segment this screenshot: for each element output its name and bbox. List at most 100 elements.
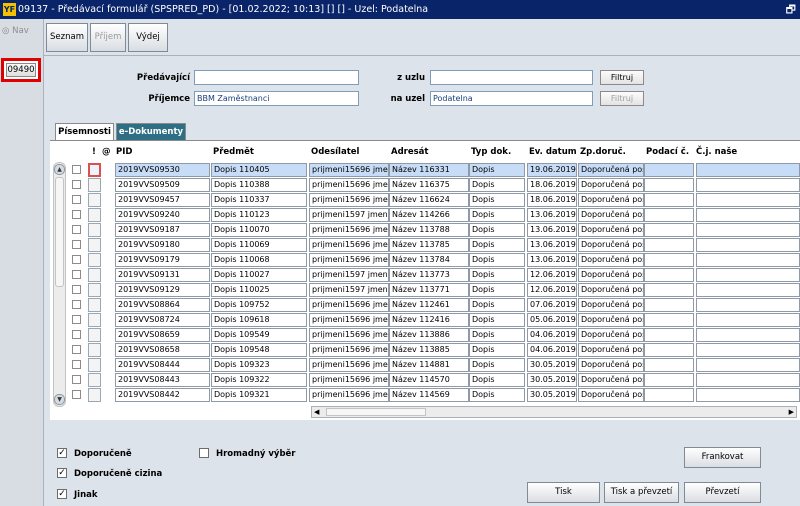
tab-pisemnosti[interactable]: Písemnosti [55, 123, 114, 140]
frankovat-button[interactable]: Frankovat [684, 447, 761, 468]
table-row[interactable]: 2019VVS09129 Dopis 110025 prijmeni1597 j… [50, 282, 800, 297]
cell-zp-doruc: Doporučená poš [578, 343, 644, 357]
table-row[interactable]: 2019VVS09131 Dopis 110027 prijmeni1597 j… [50, 267, 800, 282]
row-checkbox[interactable] [72, 210, 81, 219]
row-flag[interactable] [88, 193, 101, 207]
cell-cj-nase [696, 268, 800, 282]
prijem-button[interactable]: Příjem [90, 23, 126, 52]
row-flag[interactable] [88, 328, 101, 342]
row-flag[interactable] [88, 238, 101, 252]
cell-pid: 2019VVS09179 [115, 253, 210, 267]
row-flag[interactable] [88, 298, 101, 312]
row-checkbox[interactable] [72, 300, 81, 309]
row-flag[interactable] [88, 373, 101, 387]
row-checkbox[interactable] [72, 285, 81, 294]
cell-podaci [644, 283, 694, 297]
table-row[interactable]: 2019VVS09530 Dopis 110405 prijmeni15696 … [50, 162, 800, 177]
scroll-right-icon[interactable]: ▶ [789, 407, 794, 417]
tab-e-dokumenty[interactable]: e-Dokumenty [116, 123, 186, 140]
vertical-scrollbar[interactable]: ▲ ▼ [53, 162, 66, 407]
row-flag[interactable] [88, 253, 101, 267]
row-checkbox[interactable] [72, 270, 81, 279]
table-row[interactable]: 2019VVS08724 Dopis 109618 prijmeni15696 … [50, 312, 800, 327]
row-checkbox[interactable] [72, 345, 81, 354]
horizontal-scroll-thumb[interactable] [326, 408, 426, 416]
hromadny-vyber-checkbox[interactable] [199, 448, 209, 458]
z-uzlu-label: z uzlu [397, 73, 425, 83]
scroll-up-icon[interactable]: ▲ [54, 164, 65, 175]
row-flag[interactable] [88, 178, 101, 192]
prevzeti-button[interactable]: Převzetí [684, 482, 761, 503]
predavajici-label: Předávající [136, 73, 190, 83]
nav-label[interactable]: ◎ Nav [2, 26, 29, 36]
vertical-scroll-thumb[interactable] [55, 177, 64, 287]
table-row[interactable]: 2019VVS09509 Dopis 110388 prijmeni15696 … [50, 177, 800, 192]
form-09490-button[interactable]: 09490 [1, 58, 41, 82]
table-row[interactable]: 2019VVS09187 Dopis 110070 prijmeni15696 … [50, 222, 800, 237]
row-flag[interactable] [88, 223, 101, 237]
row-flag[interactable] [88, 283, 101, 297]
row-checkbox[interactable] [72, 180, 81, 189]
row-checkbox[interactable] [72, 255, 81, 264]
table-row[interactable]: 2019VVS09180 Dopis 110069 prijmeni15696 … [50, 237, 800, 252]
row-flag[interactable] [88, 268, 101, 282]
seznam-button[interactable]: Seznam [46, 23, 88, 52]
jinak-checkbox[interactable]: ✓ [57, 489, 67, 499]
prijemce-input[interactable]: BBM Zaměstnanci [194, 91, 359, 106]
scroll-down-icon[interactable]: ▼ [54, 394, 65, 405]
row-checkbox[interactable] [72, 225, 81, 234]
cell-predmet: Dopis 109752 [211, 298, 307, 312]
cell-zp-doruc: Doporučená poš [578, 193, 644, 207]
tisk-button[interactable]: Tisk [527, 482, 600, 503]
cell-pid: 2019VVS09509 [115, 178, 210, 192]
cell-zp-doruc: Doporučená poš [578, 358, 644, 372]
table-row[interactable]: 2019VVS08442 Dopis 109321 prijmeni15696 … [50, 387, 800, 402]
cell-podaci [644, 268, 694, 282]
table-row[interactable]: 2019VVS08659 Dopis 109549 prijmeni15696 … [50, 327, 800, 342]
cell-cj-nase [696, 163, 800, 177]
cell-adresat: Název 113785 [389, 238, 469, 252]
row-checkbox[interactable] [72, 330, 81, 339]
row-flag[interactable] [88, 358, 101, 372]
cell-zp-doruc: Doporučená poš [578, 328, 644, 342]
row-flag[interactable] [88, 313, 101, 327]
table-row[interactable]: 2019VVS08444 Dopis 109323 prijmeni15696 … [50, 357, 800, 372]
row-checkbox[interactable] [72, 360, 81, 369]
table-row[interactable]: 2019VVS08864 Dopis 109752 prijmeni15696 … [50, 297, 800, 312]
cell-podaci [644, 223, 694, 237]
doporucene-checkbox[interactable]: ✓ [57, 448, 67, 458]
scroll-left-icon[interactable]: ◀ [314, 407, 319, 417]
row-flag[interactable] [88, 163, 101, 177]
row-checkbox[interactable] [72, 240, 81, 249]
row-flag[interactable] [88, 388, 101, 402]
cell-adresat: Název 112461 [389, 298, 469, 312]
cell-adresat: Název 116331 [389, 163, 469, 177]
table-row[interactable]: 2019VVS08443 Dopis 109322 prijmeni15696 … [50, 372, 800, 387]
table-row[interactable]: 2019VVS09240 Dopis 110123 prijmeni1597 j… [50, 207, 800, 222]
vydej-button[interactable]: Výdej [128, 23, 168, 52]
table-row[interactable]: 2019VVS09457 Dopis 110337 prijmeni15696 … [50, 192, 800, 207]
tisk-a-prevzeti-button[interactable]: Tisk a převzetí [604, 482, 679, 503]
predavajici-input[interactable] [194, 70, 359, 85]
cell-cj-nase [696, 223, 800, 237]
filtruj-button-2[interactable]: Filtruj [600, 91, 644, 106]
cell-predmet: Dopis 110068 [211, 253, 307, 267]
z-uzlu-input[interactable] [430, 70, 593, 85]
table-row[interactable]: 2019VVS09179 Dopis 110068 prijmeni15696 … [50, 252, 800, 267]
horizontal-scrollbar[interactable]: ◀ ▶ [311, 406, 797, 418]
row-checkbox[interactable] [72, 195, 81, 204]
row-flag[interactable] [88, 208, 101, 222]
na-uzel-input[interactable]: Podatelna [430, 91, 593, 106]
cell-typ: Dopis [469, 178, 525, 192]
row-checkbox[interactable] [72, 165, 81, 174]
doporucene-cizina-checkbox[interactable]: ✓ [57, 468, 67, 478]
table-row[interactable]: 2019VVS08658 Dopis 109548 prijmeni15696 … [50, 342, 800, 357]
window-restore-icon[interactable]: 🗗 [786, 0, 796, 19]
row-flag[interactable] [88, 343, 101, 357]
cell-odesilatel: prijmeni15696 jmeno [309, 313, 389, 327]
row-checkbox[interactable] [72, 375, 81, 384]
row-checkbox[interactable] [72, 315, 81, 324]
filtruj-button-1[interactable]: Filtruj [600, 70, 644, 85]
window-titlebar: YF 09137 - Předávací formulář (SPSPRED_P… [0, 0, 800, 19]
row-checkbox[interactable] [72, 390, 81, 399]
